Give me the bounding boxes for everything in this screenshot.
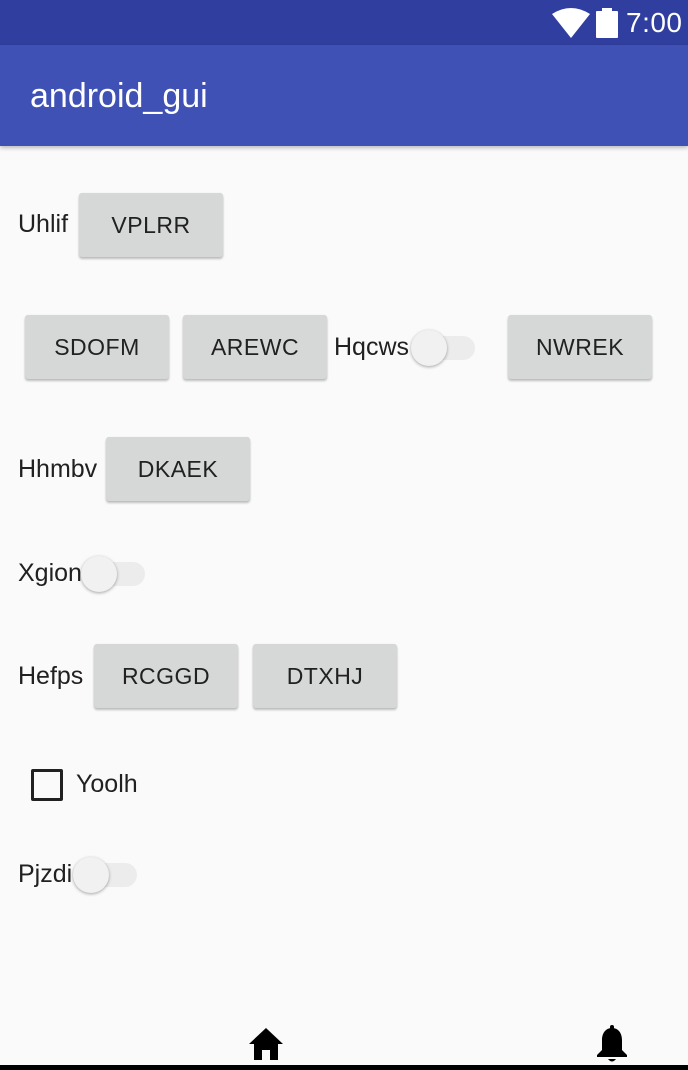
app-bar: android_gui: [0, 45, 688, 146]
nav-divider: [0, 1065, 688, 1070]
home-icon[interactable]: [248, 1027, 284, 1061]
label-hefps: Hefps: [18, 662, 84, 690]
switch-thumb: [73, 857, 109, 893]
rcggd-button[interactable]: RCGGD: [94, 644, 238, 708]
switch-thumb: [81, 556, 117, 592]
battery-icon: [596, 8, 618, 38]
vplrr-button[interactable]: VPLRR: [79, 193, 223, 257]
wifi-icon: [552, 8, 590, 38]
xgion-switch[interactable]: [81, 554, 145, 594]
hqcws-switch[interactable]: [411, 328, 475, 368]
label-pjzdi: Pjzdi: [18, 860, 73, 888]
bottom-nav: [0, 1022, 688, 1070]
label-hqcws: Hqcws: [334, 333, 410, 361]
label-yoolh[interactable]: Yoolh: [76, 766, 138, 802]
status-bar: 7:00: [0, 0, 688, 45]
status-time: 7:00: [626, 7, 683, 38]
label-hhmbv: Hhmbv: [18, 455, 98, 483]
yoolh-checkbox[interactable]: [31, 769, 63, 801]
app-title: android_gui: [30, 77, 208, 115]
sdofm-button[interactable]: SDOFM: [25, 315, 169, 379]
label-xgion: Xgion: [18, 559, 82, 587]
label-uhlif: Uhlif: [18, 210, 69, 238]
arewc-button[interactable]: AREWC: [183, 315, 327, 379]
switch-thumb: [411, 330, 447, 366]
dkaek-button[interactable]: DKAEK: [106, 437, 250, 501]
pjzdi-switch[interactable]: [73, 855, 137, 895]
notifications-icon[interactable]: [596, 1025, 628, 1063]
nwrek-button[interactable]: NWREK: [508, 315, 652, 379]
dtxhj-button[interactable]: DTXHJ: [253, 644, 397, 708]
